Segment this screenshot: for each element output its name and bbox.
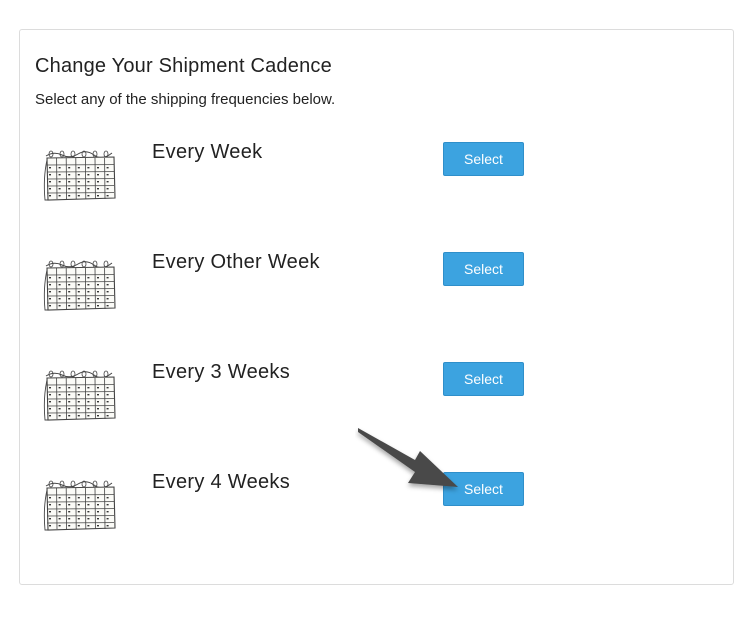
panel-subtitle: Select any of the shipping frequencies b… <box>35 91 336 108</box>
option-label: Every 3 Weeks <box>152 361 291 383</box>
calendar-icon <box>43 370 116 421</box>
option-label: Every 4 Weeks <box>152 471 291 493</box>
select-every-other-week-button[interactable]: Select <box>443 252 524 286</box>
panel-title: Change Your Shipment Cadence <box>35 55 332 77</box>
calendar-icon <box>43 150 116 201</box>
select-every-4-weeks-button[interactable]: Select <box>443 472 524 506</box>
select-every-3-weeks-button[interactable]: Select <box>443 362 524 396</box>
option-every-week: Every Week Select <box>20 141 733 241</box>
option-every-4-weeks: Every 4 Weeks Select <box>20 471 733 571</box>
option-label: Every Other Week <box>152 251 320 273</box>
shipment-cadence-panel: Change Your Shipment Cadence Select any … <box>19 29 734 585</box>
calendar-icon <box>43 260 116 311</box>
option-every-3-weeks: Every 3 Weeks Select <box>20 361 733 461</box>
option-every-other-week: Every Other Week Select <box>20 251 733 351</box>
select-every-week-button[interactable]: Select <box>443 142 524 176</box>
calendar-icon <box>43 480 116 531</box>
option-label: Every Week <box>152 141 263 163</box>
